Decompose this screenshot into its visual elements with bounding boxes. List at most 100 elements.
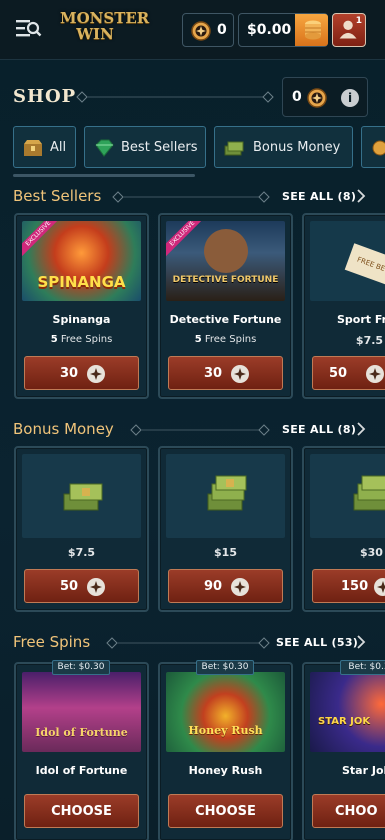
bet-badge: Bet: $0.30 xyxy=(196,660,254,675)
shop-coin-value: 0 xyxy=(292,89,302,105)
gem-icon xyxy=(95,139,114,157)
coin-icon xyxy=(231,365,249,383)
price-label: 50 xyxy=(60,579,79,594)
user-profile-button[interactable]: 1 xyxy=(332,13,366,47)
money-stack-icon xyxy=(63,483,103,511)
coin-balance[interactable]: 0 xyxy=(182,13,234,47)
character-figure xyxy=(204,229,248,273)
product-name: Spinanga xyxy=(52,313,111,326)
choose-button[interactable]: CHOOSE xyxy=(168,794,283,828)
game-thumbnail: DETECTIVE FORTUNE EXCLUSIVE xyxy=(166,221,285,301)
info-icon[interactable]: i xyxy=(341,89,359,107)
shop-coin-balance: 0 i xyxy=(282,77,368,117)
section-title-free-spins: Free Spins xyxy=(13,633,91,651)
product-card-idol-of-fortune[interactable]: Idol of Fortune Bet: $0.30 Idol of Fortu… xyxy=(14,660,149,840)
thumbnail-title: Honey Rush xyxy=(188,724,263,737)
thumbnail-title: Idol of Fortune xyxy=(35,726,128,739)
buy-button[interactable]: 50 xyxy=(24,569,139,603)
game-thumbnail: SPINANGA EXCLUSIVE xyxy=(22,221,141,301)
divider-ornament xyxy=(112,191,270,203)
choose-button[interactable]: CHOO xyxy=(312,794,385,828)
price-label: 150 xyxy=(341,579,369,594)
choose-button[interactable]: CHOOSE xyxy=(24,794,139,828)
coin-icon xyxy=(374,578,385,596)
product-name: Detective Fortune xyxy=(169,313,282,326)
product-name: Star Jok xyxy=(342,764,385,777)
product-card-detective-fortune[interactable]: DETECTIVE FORTUNE EXCLUSIVE Detective Fo… xyxy=(158,213,293,399)
tab-all-label: All xyxy=(50,140,67,155)
tab-all[interactable]: All xyxy=(13,126,76,168)
monster-win-logo[interactable]: MONSTER WIN xyxy=(60,10,149,50)
see-all-free-spins[interactable]: SEE ALL (53) xyxy=(276,636,358,649)
see-all-bonus-money[interactable]: SEE ALL (8) xyxy=(282,423,356,436)
coin-icon xyxy=(87,578,105,596)
product-subtitle: 5 Free Spins xyxy=(50,334,113,345)
product-card-bonus-30[interactable]: $30 150 xyxy=(302,446,385,612)
buy-button[interactable]: 50 xyxy=(312,356,385,390)
divider-ornament xyxy=(130,424,270,436)
product-card-bonus-7-5[interactable]: $7.5 50 xyxy=(14,446,149,612)
game-thumbnail: STAR JOK xyxy=(310,672,385,752)
product-subtitle: 5 Free Spins xyxy=(194,334,257,345)
tab-best-sellers[interactable]: Best Sellers xyxy=(84,126,206,168)
product-name: Idol of Fortune xyxy=(35,764,128,777)
buy-button[interactable]: 90 xyxy=(168,569,283,603)
money-stack-icon xyxy=(224,141,244,156)
app-root: MONSTER WIN 0 $0.00 1 SHOP 0 i All Best … xyxy=(0,0,385,840)
money-stack-icon xyxy=(353,475,385,511)
chevron-right-icon[interactable] xyxy=(357,189,366,203)
product-card-star-joker[interactable]: STAR JOK Bet: $0.3 Star Jok CHOO xyxy=(302,660,385,840)
bet-badge: Bet: $0.3 xyxy=(340,660,385,675)
tab-bonus-money-label: Bonus Money xyxy=(253,140,341,155)
coin-icon xyxy=(87,365,105,383)
see-all-best-sellers[interactable]: SEE ALL (8) xyxy=(282,190,356,203)
coins-icon xyxy=(372,140,385,156)
buy-button[interactable]: 30 xyxy=(24,356,139,390)
price-label: 90 xyxy=(204,579,223,594)
coin-stack-icon xyxy=(305,20,321,40)
price-label: 30 xyxy=(60,366,79,381)
bet-badge: Bet: $0.30 xyxy=(52,660,110,675)
section-title-best-sellers: Best Sellers xyxy=(13,187,102,205)
game-thumbnail: Idol of Fortune xyxy=(22,672,141,752)
buy-button[interactable]: 150 xyxy=(312,569,385,603)
coin-icon xyxy=(191,21,211,41)
choose-label: CHOOSE xyxy=(51,804,112,819)
chevron-right-icon[interactable] xyxy=(357,635,366,649)
tabs-scroll-indicator[interactable] xyxy=(13,174,195,177)
top-header: MONSTER WIN 0 $0.00 1 xyxy=(0,0,385,60)
product-card-spinanga[interactable]: SPINANGA EXCLUSIVE Spinanga 5 Free Spins… xyxy=(14,213,149,399)
thumbnail-title: SPINANGA xyxy=(37,273,126,291)
product-thumbnail xyxy=(22,454,141,538)
product-thumbnail xyxy=(166,454,285,538)
category-tabs: All Best Sellers Bonus Money xyxy=(0,126,385,170)
chevron-right-icon[interactable] xyxy=(357,422,366,436)
divider-ornament xyxy=(76,91,274,103)
product-card-sport-free[interactable]: FREE BET Sport Free $7.5 50 xyxy=(302,213,385,399)
product-card-honey-rush[interactable]: Honey Rush Bet: $0.30 Honey Rush CHOOSE xyxy=(158,660,293,840)
tab-next-partial[interactable] xyxy=(361,126,385,168)
thumbnail-title: DETECTIVE FORTUNE xyxy=(172,275,279,285)
money-stack-icon xyxy=(207,475,247,511)
thumbnail-title: STAR JOK xyxy=(318,716,371,727)
product-card-bonus-15[interactable]: $15 90 xyxy=(158,446,293,612)
treasure-chest-icon xyxy=(24,140,42,156)
cash-balance[interactable]: $0.00 xyxy=(238,13,328,47)
shop-title: SHOP xyxy=(13,86,77,107)
price-label: 30 xyxy=(204,366,223,381)
ticket-graphic: FREE BET xyxy=(344,243,385,287)
deposit-button[interactable] xyxy=(295,14,328,46)
coin-icon xyxy=(307,88,327,108)
tab-bonus-money[interactable]: Bonus Money xyxy=(214,126,353,168)
choose-label: CHOO xyxy=(335,804,378,819)
product-thumbnail: FREE BET xyxy=(310,221,385,301)
menu-search-icon[interactable] xyxy=(16,18,42,40)
section-title-bonus-money: Bonus Money xyxy=(13,420,114,438)
game-thumbnail: Honey Rush xyxy=(166,672,285,752)
cash-balance-value: $0.00 xyxy=(247,22,292,38)
buy-button[interactable]: 30 xyxy=(168,356,283,390)
exclusive-ribbon: EXCLUSIVE xyxy=(166,221,207,259)
coin-icon xyxy=(366,365,384,383)
price-label: 50 xyxy=(329,366,348,381)
product-thumbnail xyxy=(310,454,385,538)
